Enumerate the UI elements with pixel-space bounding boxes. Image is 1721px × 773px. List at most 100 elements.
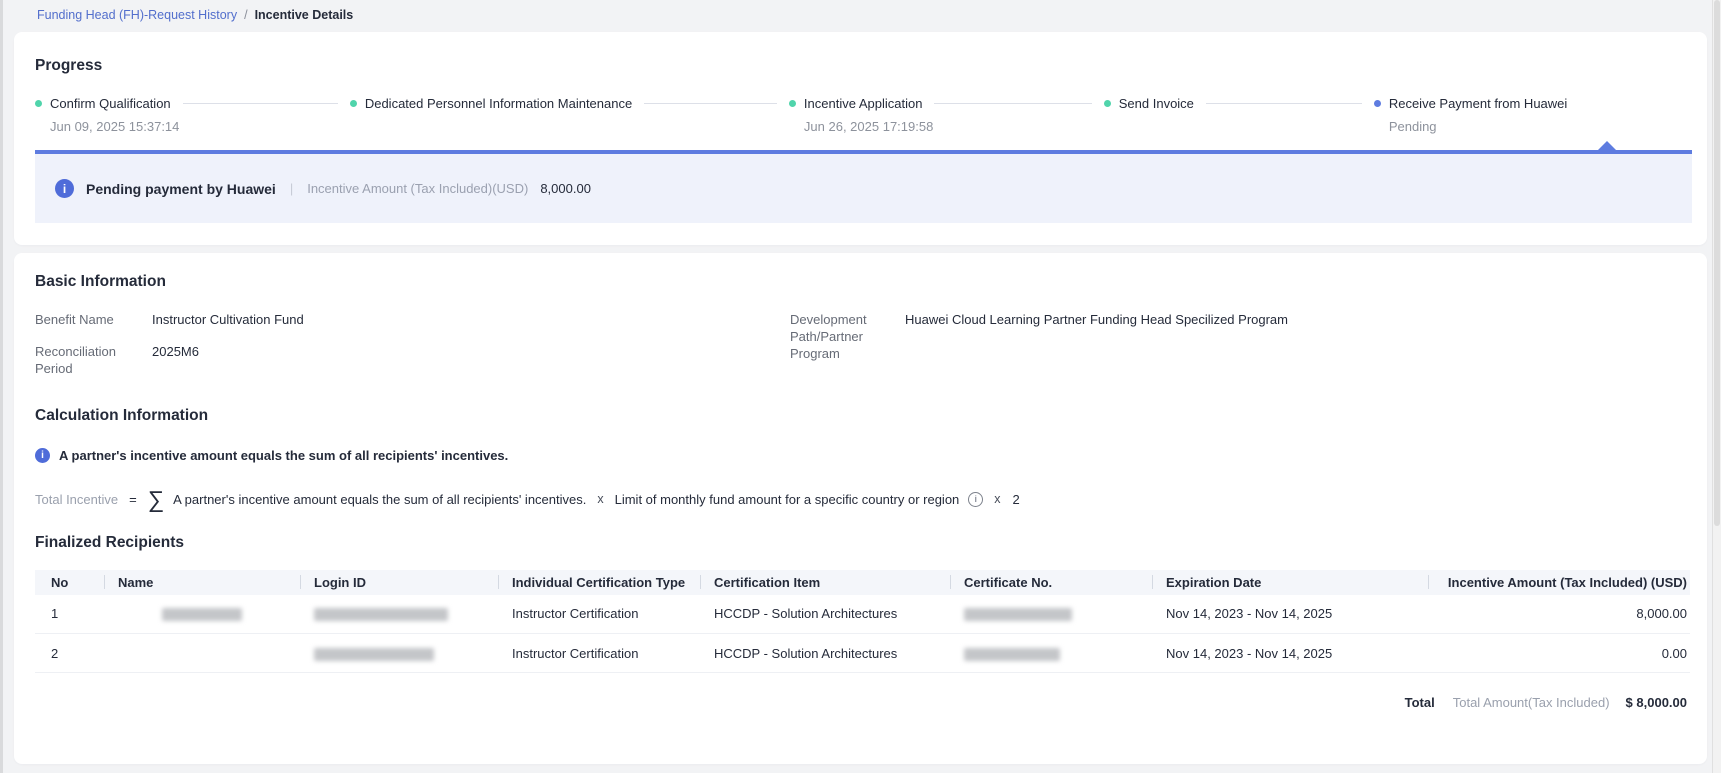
column-header-name: Name xyxy=(104,570,300,595)
step-done-dot xyxy=(1104,100,1111,107)
cell-name xyxy=(104,595,300,634)
calculation-note-text: A partner's incentive amount equals the … xyxy=(59,448,508,463)
table-total-row: Total Total Amount(Tax Included) $ 8,000… xyxy=(35,695,1690,710)
step-timestamp: Jun 26, 2025 17:19:58 xyxy=(804,119,1104,134)
scrollbar-thumb[interactable] xyxy=(1714,0,1720,526)
step-done-dot xyxy=(350,100,357,107)
table-row: 1 Instructor Certification HCCDP - Solut… xyxy=(35,595,1690,634)
progress-section-title: Progress xyxy=(35,57,1692,75)
formula-lhs: Total Incentive xyxy=(35,492,118,507)
cell-cert-type: Instructor Certification xyxy=(498,595,700,634)
progress-card: Progress Confirm Qualification Jun 09, 2… xyxy=(14,32,1707,245)
basic-information-title: Basic Information xyxy=(35,273,1690,291)
step-send-invoice: Send Invoice xyxy=(1104,96,1374,134)
total-amount-value: $ 8,000.00 xyxy=(1626,695,1687,710)
breadcrumb-separator: / xyxy=(244,8,247,22)
step-done-dot xyxy=(35,100,42,107)
finalized-recipients-title: Finalized Recipients xyxy=(35,534,1690,552)
field-value: Instructor Cultivation Fund xyxy=(152,312,304,329)
sigma-icon: ∑ xyxy=(148,488,164,511)
banner-pointer-triangle xyxy=(1597,141,1617,151)
status-banner: i Pending payment by Huawei | Incentive … xyxy=(35,150,1692,223)
step-label: Dedicated Personnel Information Maintena… xyxy=(365,96,632,111)
banner-divider: | xyxy=(290,181,293,196)
step-label: Confirm Qualification xyxy=(50,96,171,111)
redacted-cert-no xyxy=(964,648,1060,661)
step-connector xyxy=(644,103,777,104)
incentive-formula: Total Incentive = ∑ A partner's incentiv… xyxy=(35,488,1690,511)
multiply-sign: x xyxy=(597,492,603,506)
info-icon: i xyxy=(35,448,50,463)
field-value: 2025M6 xyxy=(152,344,199,361)
column-header-no: No xyxy=(35,570,104,595)
step-incentive-application: Incentive Application Jun 26, 2025 17:19… xyxy=(789,96,1104,134)
field-label: Development Path/Partner Program xyxy=(790,312,890,363)
multiply-sign: x xyxy=(994,492,1000,506)
total-label: Total xyxy=(1405,695,1435,710)
step-timestamp xyxy=(365,119,789,134)
step-timestamp xyxy=(1119,119,1374,134)
step-connector xyxy=(183,103,338,104)
cell-cert-type: Instructor Certification xyxy=(498,634,700,673)
column-header-expiration-date: Expiration Date xyxy=(1152,570,1428,595)
step-pending-dot xyxy=(1374,100,1381,107)
cell-cert-no xyxy=(950,595,1152,634)
basic-information-grid: Benefit Name Instructor Cultivation Fund… xyxy=(35,312,1690,378)
tooltip-info-icon[interactable]: i xyxy=(968,492,983,507)
column-header-login-id: Login ID xyxy=(300,570,498,595)
cell-no: 2 xyxy=(35,634,104,673)
column-header-cert-no: Certificate No. xyxy=(950,570,1152,595)
breadcrumb: Funding Head (FH)-Request History / Ince… xyxy=(0,0,1721,30)
progress-steps: Confirm Qualification Jun 09, 2025 15:37… xyxy=(35,96,1692,134)
breadcrumb-link-request-history[interactable]: Funding Head (FH)-Request History xyxy=(37,8,237,22)
column-header-cert-item: Certification Item xyxy=(700,570,950,595)
field-label: Benefit Name xyxy=(35,312,114,329)
step-label: Send Invoice xyxy=(1119,96,1194,111)
cell-name xyxy=(104,634,300,673)
banner-status-text: Pending payment by Huawei xyxy=(86,181,276,197)
column-header-incentive-amount: Incentive Amount (Tax Included) (USD) xyxy=(1428,570,1690,595)
field-development-path: Development Path/Partner Program Huawei … xyxy=(790,312,1288,363)
step-personnel-info-maintenance: Dedicated Personnel Information Maintena… xyxy=(350,96,789,134)
cell-cert-item: HCCDP - Solution Architectures xyxy=(700,634,950,673)
step-confirm-qualification: Confirm Qualification Jun 09, 2025 15:37… xyxy=(35,96,350,134)
step-label: Incentive Application xyxy=(804,96,923,111)
cell-expiration: Nov 14, 2023 - Nov 14, 2025 xyxy=(1152,634,1428,673)
redacted-name xyxy=(162,608,242,621)
redacted-cert-no xyxy=(964,608,1072,621)
window-left-edge xyxy=(0,0,3,773)
field-value: Huawei Cloud Learning Partner Funding He… xyxy=(905,312,1288,329)
step-connector xyxy=(934,103,1091,104)
cell-login-id xyxy=(300,634,498,673)
step-timestamp: Jun 09, 2025 15:37:14 xyxy=(50,119,350,134)
cell-amount: 0.00 xyxy=(1428,634,1690,673)
recipients-table: No Name Login ID Individual Certificatio… xyxy=(35,570,1690,674)
step-done-dot xyxy=(789,100,796,107)
column-header-cert-type: Individual Certification Type xyxy=(498,570,700,595)
cell-expiration: Nov 14, 2023 - Nov 14, 2025 xyxy=(1152,595,1428,634)
details-card: Basic Information Benefit Name Instructo… xyxy=(14,253,1707,764)
scrollbar[interactable] xyxy=(1712,0,1721,773)
cell-login-id xyxy=(300,595,498,634)
banner-amount-label: Incentive Amount (Tax Included)(USD) xyxy=(307,181,528,196)
total-amount-label: Total Amount(Tax Included) xyxy=(1453,695,1610,710)
table-row: 2 Instructor Certification HCCDP - Solut… xyxy=(35,634,1690,673)
cell-cert-item: HCCDP - Solution Architectures xyxy=(700,595,950,634)
step-connector xyxy=(1206,103,1362,104)
redacted-login-id xyxy=(314,608,448,621)
step-receive-payment: Receive Payment from Huawei Pending xyxy=(1374,96,1692,134)
redacted-login-id xyxy=(314,648,434,661)
cell-no: 1 xyxy=(35,595,104,634)
calculation-information-title: Calculation Information xyxy=(35,407,1690,425)
formula-term-2: Limit of monthly fund amount for a speci… xyxy=(615,492,960,507)
cell-cert-no xyxy=(950,634,1152,673)
cell-amount: 8,000.00 xyxy=(1428,595,1690,634)
formula-term-1: A partner's incentive amount equals the … xyxy=(173,492,586,507)
step-status: Pending xyxy=(1389,119,1692,134)
table-header-row: No Name Login ID Individual Certificatio… xyxy=(35,570,1690,595)
field-label: Reconciliation Period xyxy=(35,344,135,378)
equals-sign: = xyxy=(129,492,137,507)
info-icon: i xyxy=(55,179,74,198)
calculation-note: i A partner's incentive amount equals th… xyxy=(35,448,1690,463)
step-label: Receive Payment from Huawei xyxy=(1389,96,1567,111)
